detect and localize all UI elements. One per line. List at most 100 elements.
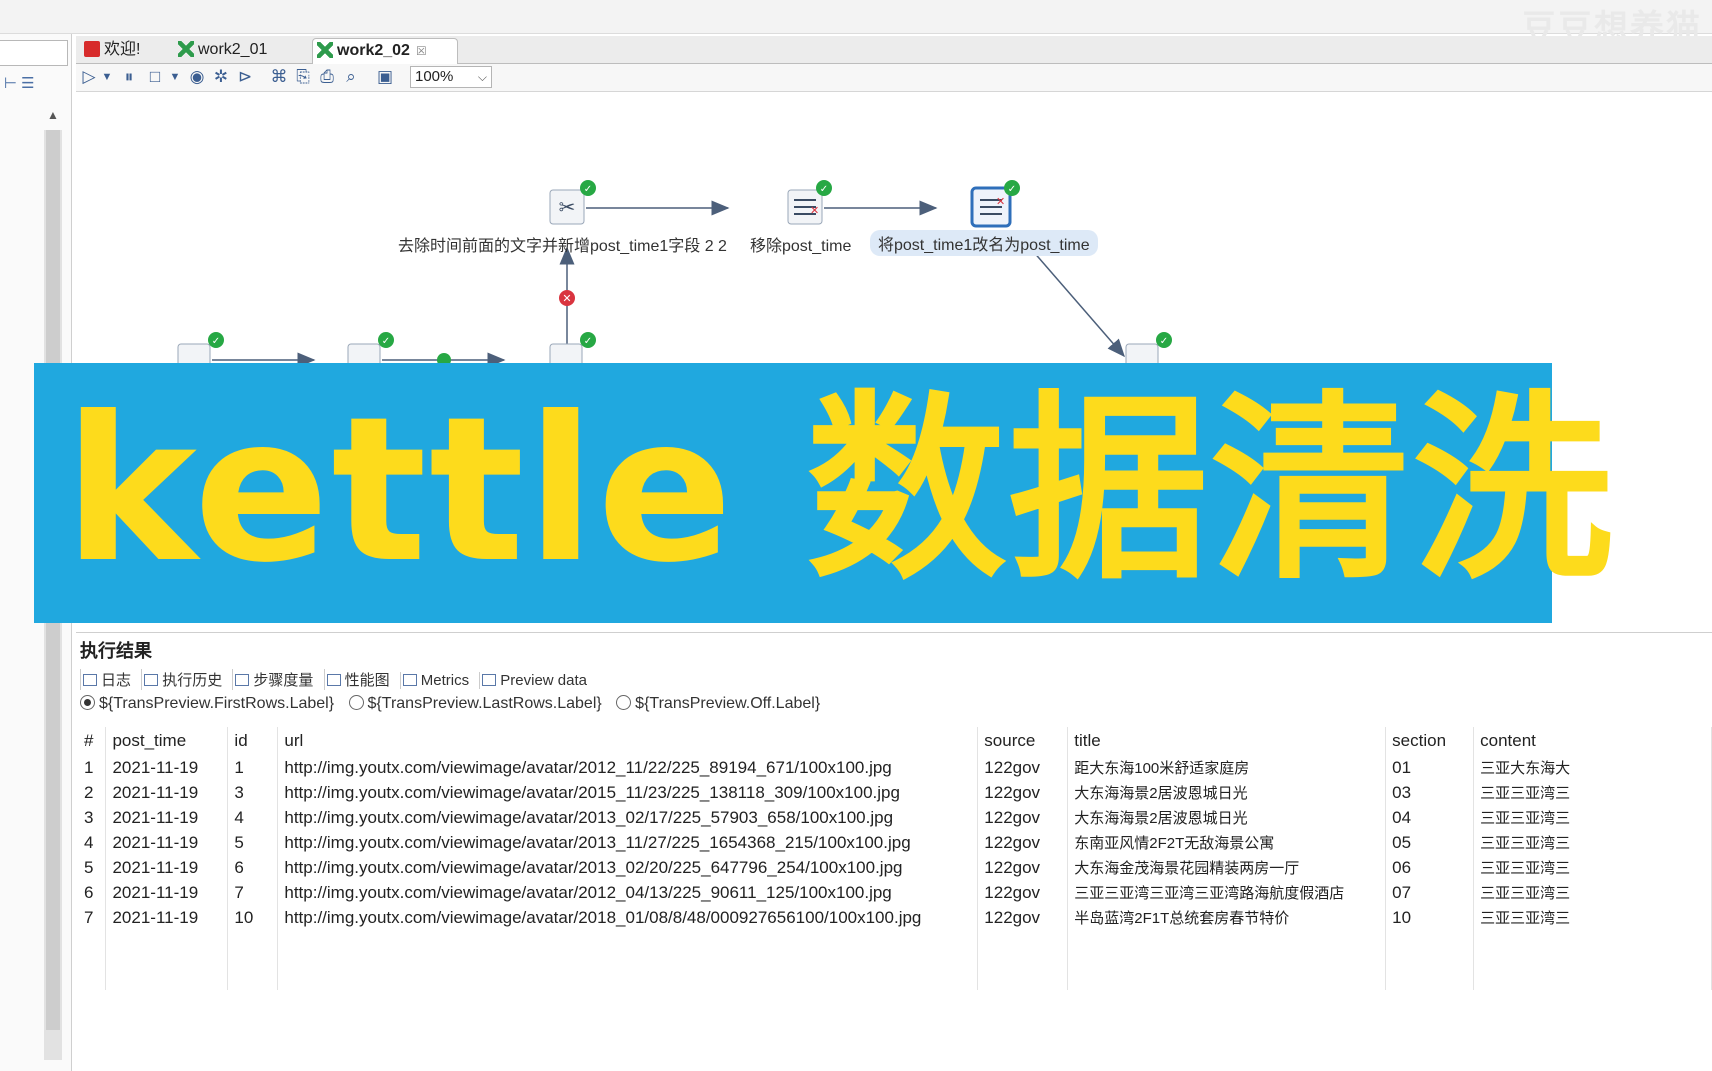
table-cell: 大东海海景2居波恩城日光 [1067,780,1387,805]
radio-label: ${TransPreview.Off.Label} [635,695,821,712]
tab-metrics[interactable]: Metrics [399,672,470,689]
table-cell: 10 [1385,905,1475,930]
tab-work2-02[interactable]: work2_02 ☒ [312,38,458,64]
tab-preview-data[interactable]: Preview data [479,672,587,689]
empty-cell [1473,960,1712,990]
zoom-value: 100% [415,68,454,85]
radio-button[interactable] [616,695,632,710]
column-header[interactable]: post_time [105,727,229,755]
step-label-rename-field[interactable]: 将post_time1改名为post_time [870,230,1098,256]
tree-expand-icon[interactable]: ⊢ [4,75,21,92]
table-row[interactable]: 2 2021-11-19 3 http://img.youtx.com/viewima… [78,780,1712,805]
impact-icon[interactable]: ⎘ [292,66,314,88]
svg-text:✕: ✕ [996,195,1005,208]
layout-icon[interactable]: ▣ [374,66,396,88]
radio-first-rows[interactable]: ${TransPreview.FirstRows.Label} [80,695,334,712]
radio-button[interactable] [80,695,95,710]
explore-db-icon[interactable]: ⌕ [340,66,362,88]
column-header[interactable]: source [977,727,1069,755]
table-cell: 5 [78,855,107,880]
pause-icon[interactable]: ⏸ [118,66,140,88]
empty-cell [1067,960,1387,990]
step-label-remove-field[interactable]: 移除post_time [750,232,851,256]
scissors-icon: ✂ [559,195,576,219]
column-header[interactable]: title [1067,727,1387,755]
table-cell: 10 [227,905,279,930]
tab-work2-01[interactable]: work2_01 [174,38,292,64]
column-header[interactable]: id [227,727,279,755]
empty-cell [105,930,229,960]
table-cell: 122gov [977,830,1069,855]
radio-label: ${TransPreview.FirstRows.Label} [99,695,335,712]
tab-history[interactable]: 执行历史 [141,669,222,690]
preview-table: # post_time id url source title section content… [78,727,1712,990]
table-cell: 3 [227,780,279,805]
verify-icon[interactable]: ⌘ [268,66,290,88]
empty-cell [277,930,979,960]
editor-tab-bar: 欢迎! work2_01 work2_02 ☒ [76,36,1712,64]
transformation-toolbar: ▷ ▼ ⏸ □ ▼ ◉ ✲ ⊳ ⌘ ⎘ ⎙ ⌕ ▣ 100% ⌵ [76,64,1712,92]
step-rename-field[interactable]: ✕ ✓ [970,180,1020,228]
stop-dropdown-icon[interactable]: ▼ [164,66,186,88]
table-cell: 01 [1385,755,1475,780]
tab-label: 性能图 [344,672,390,689]
tree-list-icon[interactable]: ☰ [21,75,38,92]
step-select-values[interactable]: ✕ ✓ [787,180,832,225]
table-cell: 06 [1385,855,1475,880]
left-search-field[interactable] [0,40,68,66]
radio-last-rows[interactable]: ${TransPreview.LastRows.Label} [348,695,602,712]
left-tool-icons[interactable]: ⊢☰ [4,74,39,92]
empty-cell [227,960,279,990]
debug-icon[interactable]: ✲ [210,66,232,88]
tab-welcome[interactable]: 欢迎! [80,38,166,64]
radio-off[interactable]: ${TransPreview.Off.Label} [616,695,820,712]
table-row[interactable]: 5 2021-11-19 6 http://img.youtx.com/viewima… [78,855,1712,880]
stop-icon[interactable]: □ [144,66,166,88]
tab-step-metrics[interactable]: 步骤度量 [232,669,313,690]
step-cut-string[interactable]: ✂ ✓ [549,180,596,225]
table-row[interactable]: 1 2021-11-19 1 http://img.youtx.com/viewima… [78,755,1712,780]
table-cell: http://img.youtx.com/viewimage/avatar/20… [277,830,979,855]
replay-icon[interactable]: ⊳ [234,66,256,88]
table-row[interactable]: 3 2021-11-19 4 http://img.youtx.com/viewima… [78,805,1712,830]
table-cell: 三亚大东海大 [1473,755,1712,780]
column-header[interactable]: content [1473,727,1712,755]
scroll-up-icon[interactable]: ▲ [44,108,62,126]
table-cell: http://img.youtx.com/viewimage/avatar/20… [277,880,979,905]
result-tab-bar: 日志 执行历史 步骤度量 性能图 Metrics Preview data [80,669,1712,691]
table-cell: 07 [1385,880,1475,905]
column-header[interactable]: # [78,727,107,755]
table-cell: http://img.youtx.com/viewimage/avatar/20… [277,855,979,880]
transformation-icon [178,41,194,57]
table-cell: 三亚三亚湾三 [1473,855,1712,880]
panel-title: 执行结果 [80,641,152,661]
preview-icon [482,674,497,686]
preview-mode-radios: ${TransPreview.FirstRows.Label} ${TransP… [80,695,830,713]
svg-text:✓: ✓ [820,184,828,195]
hop-arrow[interactable] [1031,249,1125,358]
preview-icon[interactable]: ◉ [186,66,208,88]
column-header[interactable]: section [1385,727,1475,755]
empty-cell [78,930,107,960]
zoom-select[interactable]: 100% ⌵ [410,66,492,88]
tab-log[interactable]: 日志 [80,669,131,690]
table-cell: 03 [1385,780,1475,805]
sql-icon[interactable]: ⎙ [316,66,338,88]
run-dropdown-icon[interactable]: ▼ [96,66,118,88]
table-row[interactable]: 6 2021-11-19 7 http://img.youtx.com/viewima… [78,880,1712,905]
radio-button[interactable] [348,695,364,710]
tab-label: Preview data [500,672,587,689]
preview-table-container[interactable]: # post_time id url source title section content… [78,727,1712,1071]
step-label-cut-string[interactable]: 去除时间前面的文字并新增post_time1字段 2 2 [398,232,727,256]
table-cell: 三亚三亚湾三 [1473,905,1712,930]
table-cell: 122gov [977,880,1069,905]
table-cell: 7 [78,905,107,930]
close-icon[interactable]: ☒ [416,44,427,58]
tab-label: work2_02 [337,42,410,59]
table-row[interactable]: 4 2021-11-19 5 http://img.youtx.com/viewima… [78,830,1712,855]
table-row[interactable]: 7 2021-11-19 10 http://img.youtx.com/viewim… [78,905,1712,930]
tab-label: Metrics [420,672,470,689]
tab-performance[interactable]: 性能图 [323,669,390,690]
column-header[interactable]: url [277,727,979,755]
table-cell: 2021-11-19 [105,880,229,905]
